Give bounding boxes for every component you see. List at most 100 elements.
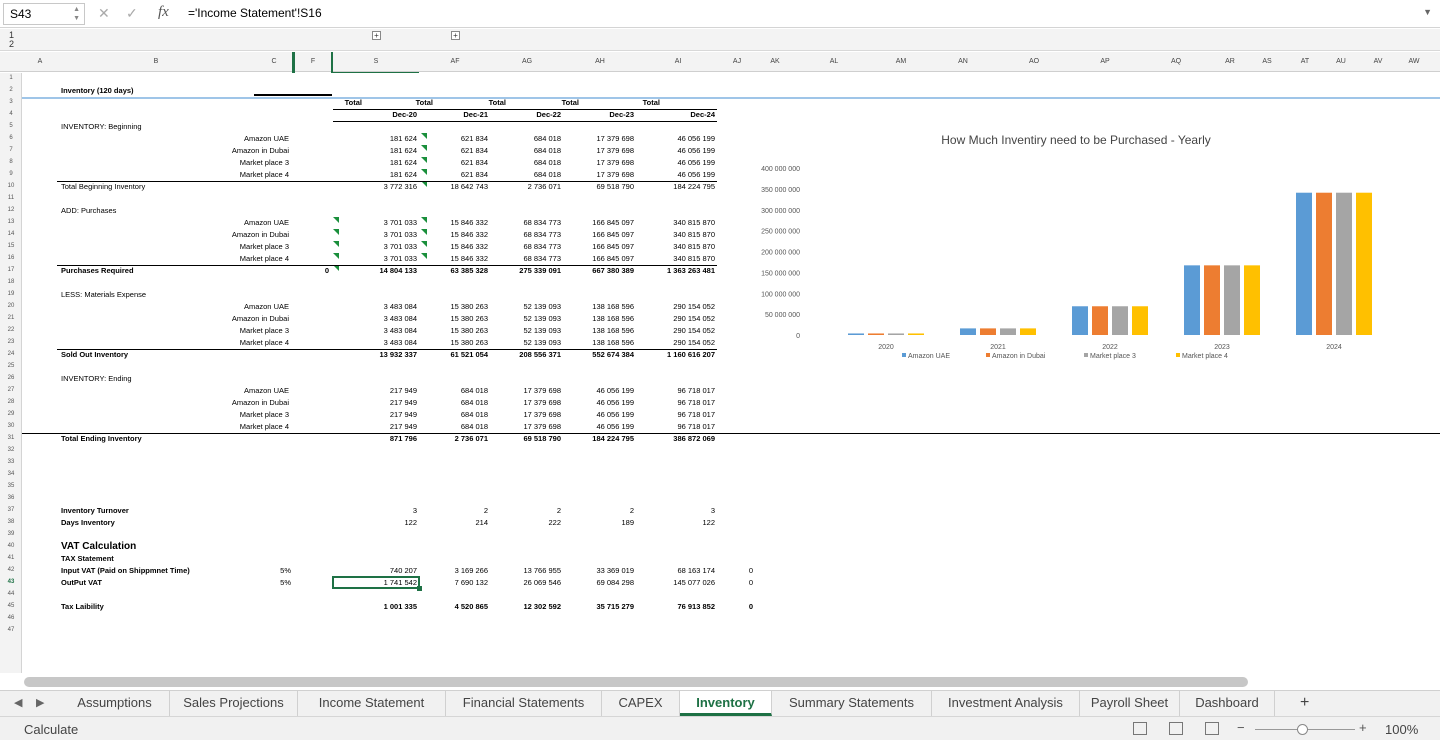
column-header-ak[interactable]: AK	[770, 58, 779, 65]
column-header-ai[interactable]: AI	[675, 58, 682, 65]
formula-warning-icon[interactable]	[421, 169, 427, 175]
tab-summary-statements[interactable]: Summary Statements	[772, 691, 932, 716]
bar-amazon-uae[interactable]	[1296, 192, 1312, 335]
column-header-ar[interactable]: AR	[1225, 58, 1235, 65]
column-header-c[interactable]: C	[271, 58, 276, 65]
row-header[interactable]: 44	[0, 591, 22, 597]
row-header[interactable]: 3	[0, 99, 22, 105]
tab-income-statement[interactable]: Income Statement	[298, 691, 446, 716]
column-header-al[interactable]: AL	[830, 58, 839, 65]
row-header[interactable]: 8	[0, 159, 22, 165]
name-box-stepper-icon[interactable]: ▲ ▼	[73, 5, 80, 23]
bar-market-place-3[interactable]	[1112, 306, 1128, 335]
formula-warning-icon[interactable]	[421, 253, 427, 259]
column-header-aq[interactable]: AQ	[1171, 58, 1181, 65]
formula-warning-icon[interactable]	[333, 241, 339, 247]
bar-amazon-uae[interactable]	[1072, 306, 1088, 335]
row-header[interactable]: 22	[0, 327, 22, 333]
row-header[interactable]: 15	[0, 243, 22, 249]
tab-payroll-sheet[interactable]: Payroll Sheet	[1080, 691, 1180, 716]
column-header-ah[interactable]: AH	[595, 58, 605, 65]
row-header[interactable]: 46	[0, 615, 22, 621]
tab-investment-analysis[interactable]: Investment Analysis	[932, 691, 1080, 716]
row-header[interactable]: 12	[0, 207, 22, 213]
column-header-a[interactable]: A	[38, 58, 43, 65]
row-header[interactable]: 1	[0, 75, 22, 81]
formula-input[interactable]: ='Income Statement'!S16	[188, 6, 322, 20]
zoom-slider-knob[interactable]	[1297, 724, 1308, 735]
bar-amazon-uae[interactable]	[1184, 265, 1200, 335]
zoom-out-button[interactable]: −	[1237, 720, 1245, 735]
column-header-b[interactable]: B	[154, 58, 159, 65]
row-header[interactable]: 19	[0, 291, 22, 297]
row-header[interactable]: 42	[0, 567, 22, 573]
bar-market-place-4[interactable]	[1356, 192, 1372, 335]
formula-warning-icon[interactable]	[421, 217, 427, 223]
tab-inventory[interactable]: Inventory	[680, 691, 772, 716]
formula-warning-icon[interactable]	[333, 229, 339, 235]
formula-warning-icon[interactable]	[421, 241, 427, 247]
row-header[interactable]: 29	[0, 411, 22, 417]
bar-amazon-in-dubai[interactable]	[1092, 306, 1108, 335]
bar-market-place-4[interactable]	[1132, 306, 1148, 335]
row-header[interactable]: 37	[0, 507, 22, 513]
column-header-ag[interactable]: AG	[522, 58, 532, 65]
row-header[interactable]: 39	[0, 531, 22, 537]
bar-amazon-uae[interactable]	[960, 328, 976, 335]
row-header[interactable]: 10	[0, 183, 22, 189]
row-header[interactable]: 17	[0, 267, 22, 273]
formula-warning-icon[interactable]	[333, 217, 339, 223]
bar-market-place-3[interactable]	[888, 333, 904, 335]
row-header[interactable]: 2	[0, 87, 22, 93]
row-header[interactable]: 7	[0, 147, 22, 153]
fill-handle[interactable]	[417, 586, 422, 591]
page-break-view-icon[interactable]	[1205, 722, 1219, 735]
column-header-au[interactable]: AU	[1336, 58, 1346, 65]
tab-financial-statements[interactable]: Financial Statements	[446, 691, 602, 716]
row-header[interactable]: 34	[0, 471, 22, 477]
row-header[interactable]: 31	[0, 435, 22, 441]
column-header-am[interactable]: AM	[896, 58, 907, 65]
expand-group-icon[interactable]: +	[372, 31, 381, 40]
row-header[interactable]: 45	[0, 603, 22, 609]
row-header[interactable]: 6	[0, 135, 22, 141]
row-header[interactable]: 14	[0, 231, 22, 237]
bar-market-place-3[interactable]	[1000, 328, 1016, 335]
row-header[interactable]: 32	[0, 447, 22, 453]
row-header[interactable]: 28	[0, 399, 22, 405]
row-header[interactable]: 9	[0, 171, 22, 177]
column-header-av[interactable]: AV	[1374, 58, 1383, 65]
formula-warning-icon[interactable]	[333, 253, 339, 259]
formula-warning-icon[interactable]	[421, 229, 427, 235]
column-header-aj[interactable]: AJ	[733, 58, 741, 65]
row-header[interactable]: 4	[0, 111, 22, 117]
bar-amazon-in-dubai[interactable]	[980, 328, 996, 335]
bar-market-place-4[interactable]	[1020, 328, 1036, 335]
bar-market-place-4[interactable]	[1244, 265, 1260, 335]
zoom-in-button[interactable]: +	[1359, 720, 1367, 735]
insert-function-icon[interactable]: fx	[158, 4, 169, 21]
selected-cell[interactable]	[332, 576, 420, 589]
row-header[interactable]: 26	[0, 375, 22, 381]
bar-market-place-3[interactable]	[1336, 192, 1352, 335]
cancel-icon[interactable]: ✕	[98, 5, 110, 22]
outline-level-2[interactable]: 2	[9, 39, 14, 49]
row-header[interactable]: 18	[0, 279, 22, 285]
row-header[interactable]: 43	[0, 579, 22, 585]
tab-dashboard[interactable]: Dashboard	[1180, 691, 1275, 716]
prev-sheet-icon[interactable]: ◀	[14, 696, 22, 709]
name-box[interactable]: S43 ▲ ▼	[3, 3, 85, 25]
formula-warning-icon[interactable]	[421, 145, 427, 151]
column-header-ap[interactable]: AP	[1100, 58, 1109, 65]
column-header-aw[interactable]: AW	[1408, 58, 1419, 65]
column-header-ao[interactable]: AO	[1029, 58, 1039, 65]
row-header[interactable]: 20	[0, 303, 22, 309]
bar-amazon-uae[interactable]	[848, 333, 864, 335]
row-header[interactable]: 27	[0, 387, 22, 393]
row-header[interactable]: 23	[0, 339, 22, 345]
row-header[interactable]: 21	[0, 315, 22, 321]
row-header[interactable]: 38	[0, 519, 22, 525]
expand-formula-icon[interactable]: ▼	[1423, 7, 1432, 17]
row-header[interactable]: 16	[0, 255, 22, 261]
bar-market-place-3[interactable]	[1224, 265, 1240, 335]
